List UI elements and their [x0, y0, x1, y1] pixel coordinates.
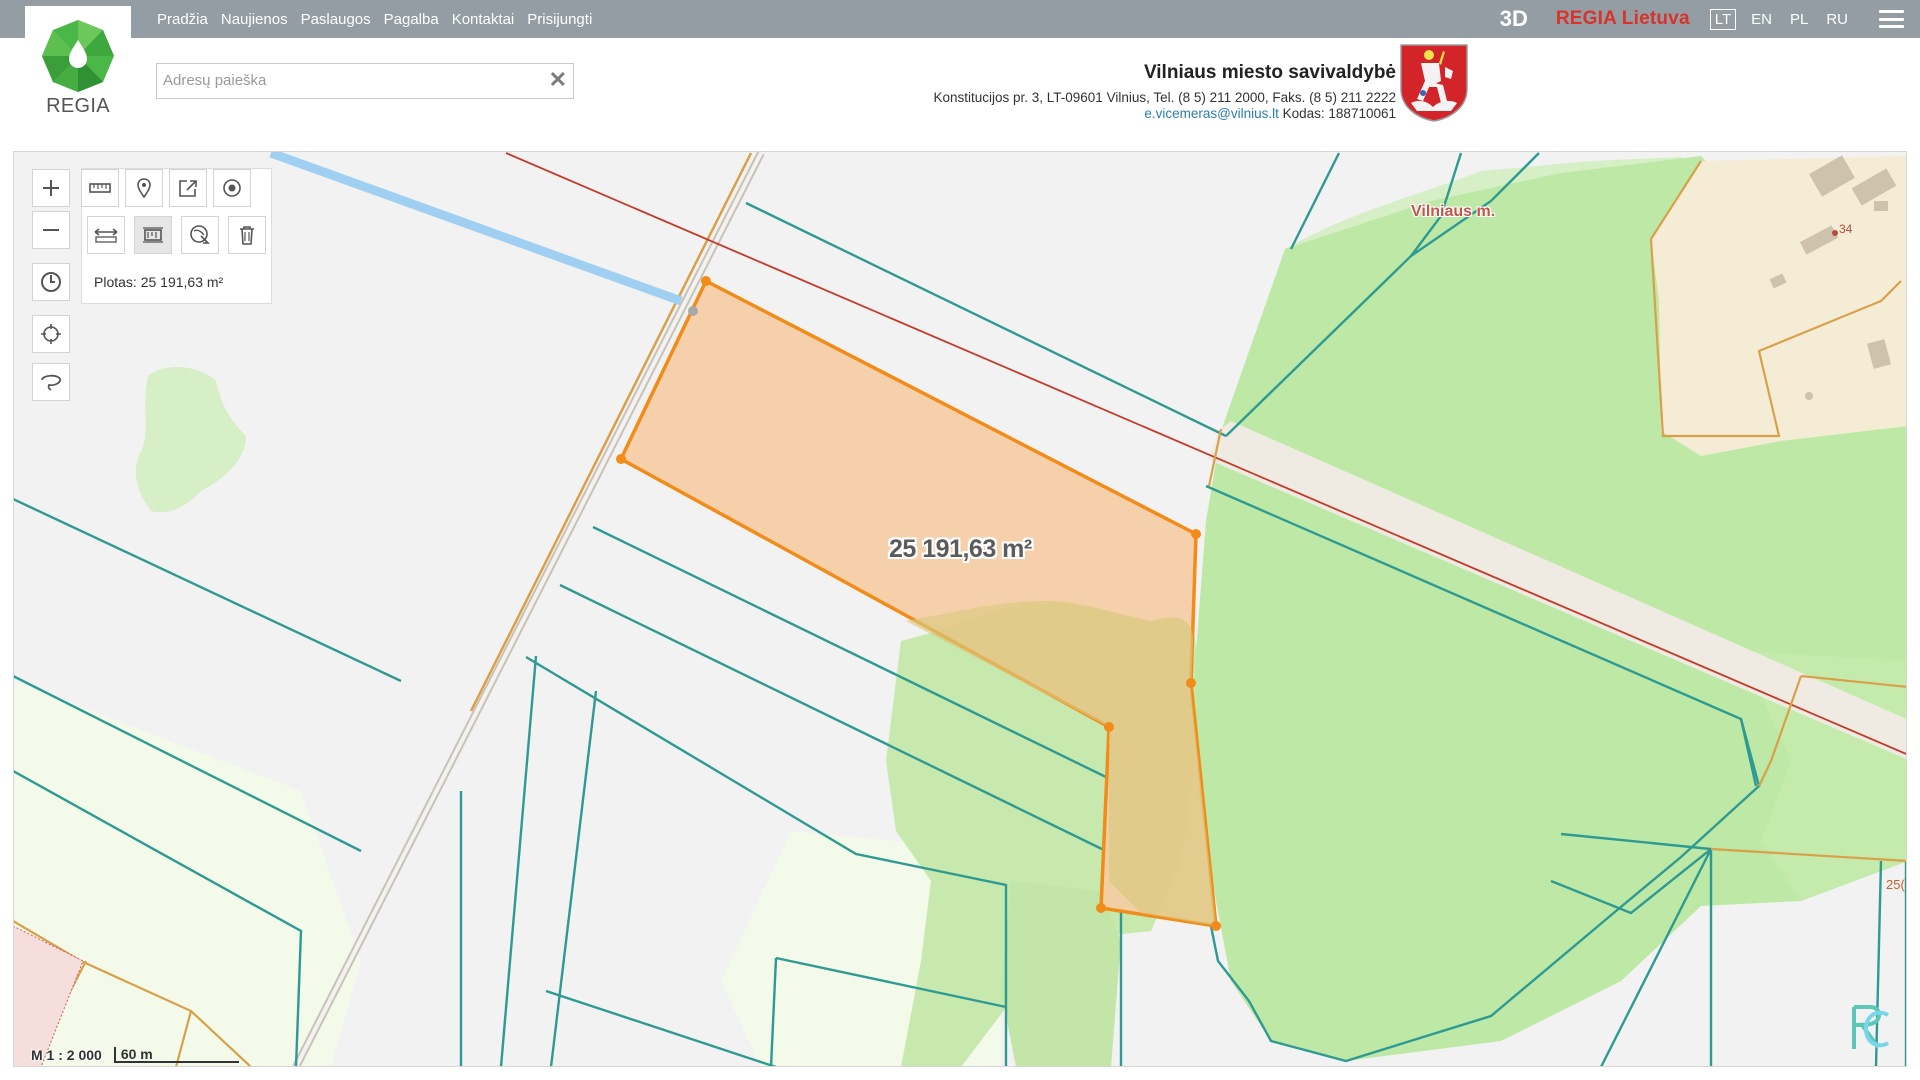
vilnius-coat-of-arms-icon	[1400, 44, 1468, 122]
nav-paslaugos[interactable]: Paslaugos	[301, 11, 371, 28]
map-layers[interactable]	[14, 152, 1907, 1067]
address-search-input[interactable]	[157, 64, 529, 96]
address-point	[1832, 230, 1838, 236]
area-readout-label: Plotas:	[94, 274, 137, 290]
regia-logo[interactable]: REGIA	[25, 6, 131, 124]
target-tool-button[interactable]	[213, 169, 251, 207]
zoom-out-button[interactable]	[32, 211, 70, 249]
place-label: Vilniaus m.	[1411, 203, 1496, 220]
nav-pagalba[interactable]: Pagalba	[384, 11, 439, 28]
measured-area-label: 25 191,63 m²	[889, 535, 1032, 563]
building	[1874, 201, 1888, 211]
scale-length: 60 m	[113, 1047, 239, 1063]
lasso-select-button[interactable]	[32, 363, 70, 401]
export-button[interactable]	[169, 169, 207, 207]
top-right-controls: 3D REGIA Lietuva LT EN PL RU	[1500, 0, 1920, 38]
municipality-email-link[interactable]: e.vicemeras@vilnius.lt	[1144, 106, 1279, 121]
logo-text: REGIA	[46, 95, 110, 117]
zoom-in-icon	[43, 180, 59, 196]
clear-search-icon[interactable]: ✕	[549, 67, 567, 93]
municipality-name: Vilniaus miesto savivaldybė	[1143, 62, 1396, 83]
clear-measure-icon	[190, 225, 210, 244]
parcel-number-label: 25(	[1886, 877, 1905, 892]
measure-vertex	[1191, 529, 1201, 539]
measure-vertex	[616, 454, 626, 464]
ruler-tool-button[interactable]	[81, 169, 119, 207]
measure-vertex	[701, 276, 711, 286]
building	[1805, 392, 1813, 400]
marker-icon	[137, 178, 151, 199]
municipality-contact: e.vicemeras@vilnius.lt Kodas: 188710061	[933, 106, 1396, 121]
scale-ratio: M 1 : 2 000	[31, 1047, 102, 1063]
measure-vertex	[1186, 678, 1196, 688]
history-icon	[41, 272, 61, 292]
target-icon	[223, 179, 241, 197]
measure-distance-button[interactable]	[87, 216, 125, 254]
municipality-address: Konstitucijos pr. 3, LT-09601 Vilnius, T…	[933, 90, 1396, 105]
nav-naujienos[interactable]: Naujienos	[221, 11, 288, 28]
locate-icon	[41, 324, 61, 344]
house-number-label: 34	[1839, 222, 1853, 236]
language-ru[interactable]: RU	[1826, 11, 1848, 28]
area-readout-value: 25 191,63 m²	[140, 274, 224, 290]
area-readout: Plotas: 25 191,63 m²	[94, 274, 223, 290]
lasso-icon	[41, 374, 61, 391]
measure-vertex	[1104, 722, 1114, 732]
main-navigation: Pradžia Naujienos Paslaugos Pagalba Kont…	[157, 0, 592, 38]
measure-area-icon	[143, 227, 163, 243]
measure-area-button[interactable]	[134, 216, 172, 254]
history-button[interactable]	[32, 263, 70, 301]
language-lt[interactable]: LT	[1709, 8, 1737, 30]
measure-vertex	[1096, 903, 1106, 913]
water-canal	[269, 152, 683, 306]
delete-button[interactable]	[228, 216, 266, 254]
zoom-out-icon	[43, 229, 59, 231]
nav-prisijungti[interactable]: Prisijungti	[527, 11, 592, 28]
nav-kontaktai[interactable]: Kontaktai	[452, 11, 515, 28]
measure-cursor-point	[688, 306, 698, 316]
measure-vertex	[1211, 921, 1221, 931]
3d-view-button[interactable]: 3D	[1500, 6, 1528, 32]
measure-distance-icon	[94, 228, 118, 243]
top-bar: Pradžia Naujienos Paslaugos Pagalba Kont…	[0, 0, 1920, 38]
language-pl[interactable]: PL	[1790, 11, 1808, 28]
export-icon	[179, 180, 197, 197]
municipality-info: Vilniaus miesto savivaldybė Konstitucijo…	[933, 62, 1396, 121]
address-search: ✕	[156, 63, 574, 99]
marker-tool-button[interactable]	[125, 169, 163, 207]
ruler-icon	[89, 183, 111, 193]
nav-pradzia[interactable]: Pradžia	[157, 11, 208, 28]
trash-icon	[240, 226, 254, 245]
regia-watermark-icon	[1852, 1005, 1890, 1049]
locate-button[interactable]	[32, 315, 70, 353]
hamburger-menu-icon[interactable]	[1879, 10, 1904, 28]
railway-line-inner	[294, 152, 763, 1066]
regia-logo-icon	[42, 20, 114, 92]
map-canvas[interactable]: 25 191,63 m² Vilniaus m. 34 25(	[13, 151, 1907, 1067]
regia-country-link[interactable]: REGIA Lietuva	[1556, 8, 1690, 30]
municipality-code: Kodas: 188710061	[1282, 106, 1396, 121]
zoom-in-button[interactable]	[32, 169, 70, 207]
forest-area-light-west	[135, 366, 246, 513]
language-en[interactable]: EN	[1751, 11, 1772, 28]
scale-bar: M 1 : 2 000 60 m	[31, 1045, 239, 1065]
clear-measure-button[interactable]	[181, 216, 219, 254]
